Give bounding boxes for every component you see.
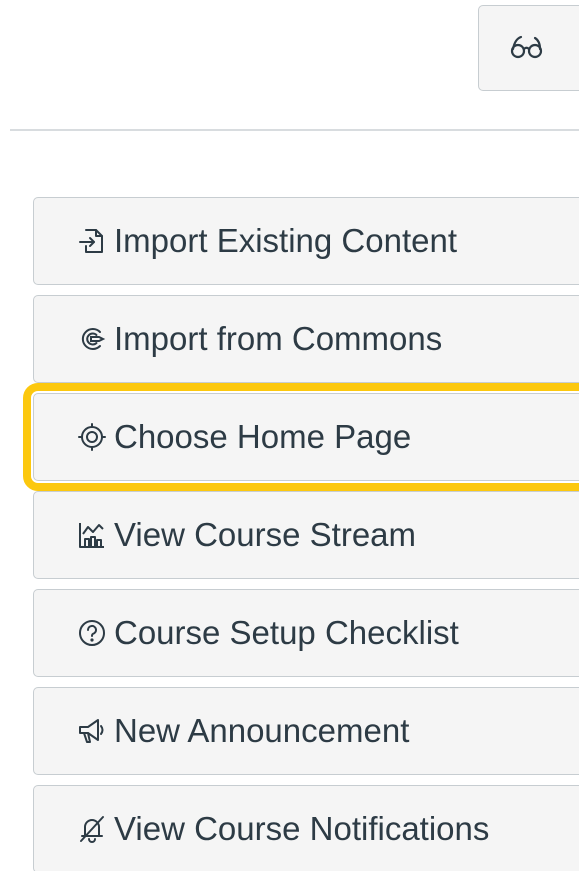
action-label: Course Setup Checklist xyxy=(114,614,459,651)
header-divider xyxy=(10,129,579,131)
view-course-stream-button[interactable]: View Course Stream xyxy=(33,491,579,579)
course-home-sidebar: Import Existing Content Import from Comm… xyxy=(0,0,579,871)
bell-off-icon xyxy=(76,813,108,845)
stream-icon xyxy=(76,519,108,551)
import-existing-content-button[interactable]: Import Existing Content xyxy=(33,197,579,285)
course-actions-list: Import Existing Content Import from Comm… xyxy=(23,197,579,871)
action-label: New Announcement xyxy=(114,712,410,749)
import-icon xyxy=(76,225,108,257)
action-label: Import from Commons xyxy=(114,320,443,357)
question-circle-icon xyxy=(76,617,108,649)
target-icon xyxy=(76,421,108,453)
view-course-notifications-button[interactable]: View Course Notifications xyxy=(33,785,579,871)
new-announcement-button[interactable]: New Announcement xyxy=(33,687,579,775)
course-setup-checklist-button[interactable]: Course Setup Checklist xyxy=(33,589,579,677)
commons-icon xyxy=(76,323,108,355)
glasses-icon xyxy=(509,35,545,61)
choose-home-page-button[interactable]: Choose Home Page xyxy=(23,383,579,491)
megaphone-icon xyxy=(76,715,108,747)
import-from-commons-button[interactable]: Import from Commons xyxy=(33,295,579,383)
action-label: Choose Home Page xyxy=(114,418,412,455)
action-label: View Course Notifications xyxy=(114,810,490,847)
student-view-button[interactable] xyxy=(478,5,579,91)
action-label: Import Existing Content xyxy=(114,222,457,259)
action-label: View Course Stream xyxy=(114,516,417,553)
